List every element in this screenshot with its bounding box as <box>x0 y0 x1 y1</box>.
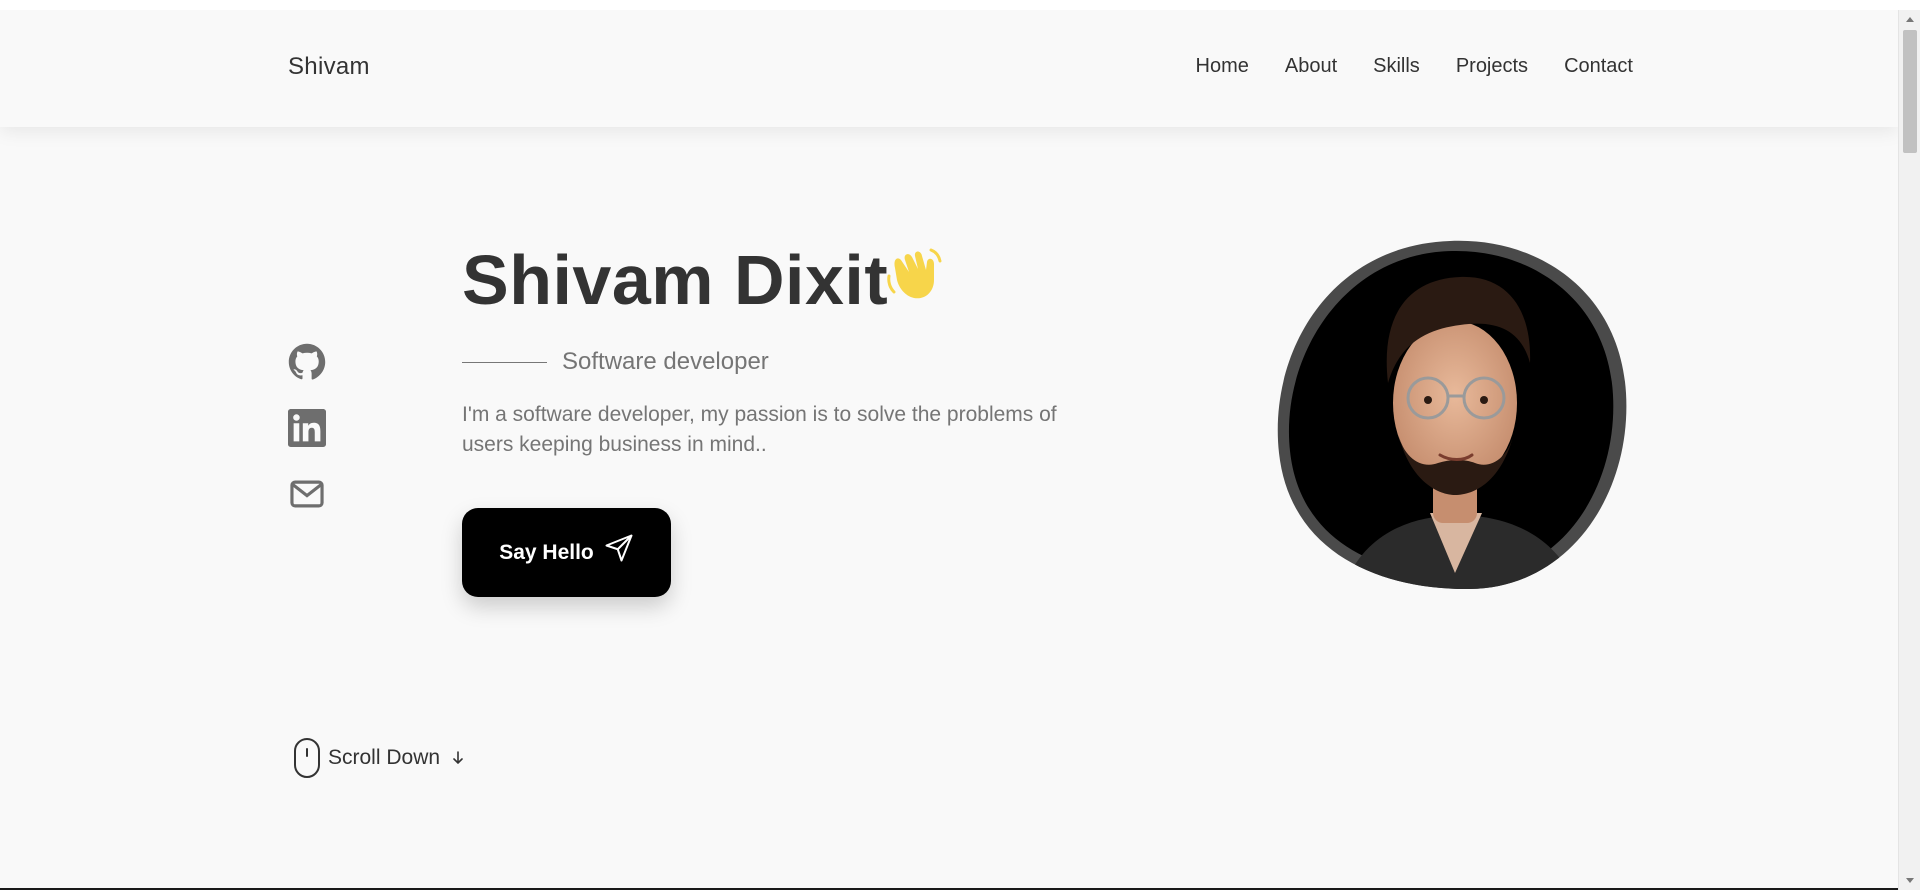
social-links <box>288 343 326 541</box>
github-link[interactable] <box>288 343 326 381</box>
profile-avatar <box>1277 240 1627 590</box>
hero-title: Shivam Dixit <box>462 241 889 319</box>
waving-hand-icon <box>887 248 942 299</box>
page: Shivam Home About Skills Projects Contac… <box>0 10 1898 890</box>
linkedin-icon <box>288 409 326 447</box>
profile-photo <box>1270 233 1635 597</box>
nav-home[interactable]: Home <box>1196 55 1249 78</box>
scroll-up-arrow-icon[interactable] <box>1899 10 1920 28</box>
mouse-icon <box>294 738 320 778</box>
site-header: Shivam Home About Skills Projects Contac… <box>0 10 1898 127</box>
arrow-down-icon <box>453 751 463 764</box>
mail-icon <box>290 480 324 508</box>
site-logo[interactable]: Shivam <box>288 53 370 81</box>
nav-about[interactable]: About <box>1285 55 1337 78</box>
github-icon <box>288 343 326 380</box>
subtitle-divider <box>462 362 547 363</box>
say-hello-label: Say Hello <box>499 540 594 564</box>
scroll-down-label: Scroll Down <box>328 746 441 769</box>
page-scrollbar[interactable] <box>1898 10 1920 890</box>
scrollbar-thumb[interactable] <box>1903 30 1917 153</box>
nav-skills[interactable]: Skills <box>1373 55 1420 78</box>
mail-link[interactable] <box>288 475 326 513</box>
scroll-down-arrow-icon[interactable] <box>1899 872 1920 890</box>
nav-projects[interactable]: Projects <box>1456 55 1528 78</box>
nav-contact[interactable]: Contact <box>1564 55 1633 78</box>
hero-description: I'm a software developer, my passion is … <box>462 403 1057 456</box>
main-nav: Home About Skills Projects Contact <box>1196 55 1633 78</box>
linkedin-link[interactable] <box>288 409 326 447</box>
send-icon <box>605 534 633 561</box>
say-hello-button[interactable]: Say Hello <box>462 508 671 597</box>
scroll-down-link[interactable]: Scroll Down <box>292 737 466 779</box>
hero-subtitle: Software developer <box>562 348 769 375</box>
